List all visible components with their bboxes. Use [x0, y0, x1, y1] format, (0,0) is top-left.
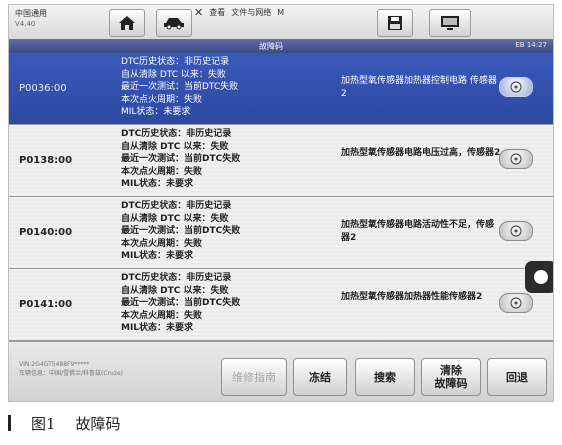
app-title: 中国通用 [15, 9, 47, 18]
help-icon [510, 297, 522, 309]
dtc-help-button[interactable] [499, 77, 533, 97]
save-button[interactable] [377, 9, 413, 37]
dtc-description: 加热型氧传感器电路电压过高，传感器2 [341, 148, 501, 158]
dtc-row[interactable]: P0141:00 DTC历史状态：非历史记录 自从清除 DTC 以来：失败 最近… [9, 269, 553, 341]
circle-icon [534, 270, 548, 284]
vin-text: VIN:2G4GT5488F9***** [19, 361, 90, 368]
dtc-list: P0036:00 DTC历史状态：非历史记录 自从清除 DTC 以来：失败 最近… [9, 53, 553, 341]
toolbar-item-view[interactable]: 查看 [209, 7, 225, 18]
figure-caption: 图1 故障码 [8, 412, 121, 434]
toolbar-item-file-network[interactable]: 文件与网络 [231, 7, 271, 18]
top-toolbar: 中国通用 V4.40 ✕ 查看 文件与网络 M [9, 5, 553, 40]
status-line: 最近一次测试：当前DTC失败 [121, 82, 239, 92]
status-line: DTC历史状态：非历史记录 [121, 57, 230, 67]
status-line: 本次点火周期：失败 [121, 94, 203, 105]
status-line: 最近一次测试：当前DTC失败 [121, 154, 241, 164]
diagnostic-screen: 中国通用 V4.40 ✕ 查看 文件与网络 M 故障码 EB 14:27 P00… [8, 4, 554, 402]
vehicle-info: VIN:2G4GT5488F9***** 车辆信息：中国/雪佛兰/科鲁兹(Cru… [19, 360, 123, 378]
dtc-code: P0036:00 [19, 83, 67, 94]
dtc-description: 加热型氧传感器加热器性能传感器2 [341, 292, 483, 302]
dtc-status: DTC历史状态：非历史记录 自从清除 DTC 以来：失败 最近一次测试：当前DT… [121, 200, 240, 263]
dtc-help-button[interactable] [499, 293, 533, 313]
help-icon [510, 225, 522, 237]
home-button[interactable] [109, 9, 145, 37]
dtc-help-button[interactable] [499, 149, 533, 169]
bottom-bar: VIN:2G4GT5488F9***** 车辆信息：中国/雪佛兰/科鲁兹(Cru… [9, 341, 553, 401]
status-line: MIL状态：未要求 [121, 179, 194, 189]
dtc-row[interactable]: P0140:00 DTC历史状态：非历史记录 自从清除 DTC 以来：失败 最近… [9, 197, 553, 269]
report-button[interactable] [429, 9, 471, 37]
close-icon[interactable]: ✕ [194, 6, 203, 19]
floating-toolbar: ✕ 查看 文件与网络 M [194, 5, 404, 19]
status-line: MIL状态：未要求 [121, 323, 194, 333]
dtc-code: P0140:00 [19, 227, 73, 238]
status-line: DTC历史状态：非历史记录 [121, 201, 232, 211]
dtc-status: DTC历史状态：非历史记录 自从清除 DTC 以来：失败 最近一次测试：当前DT… [121, 128, 240, 191]
back-button[interactable]: 回退 [487, 358, 547, 396]
status-line: 本次点火周期：失败 [121, 238, 203, 249]
status-indicator: EB 14:27 [515, 41, 547, 49]
help-icon [510, 153, 522, 165]
dtc-status: DTC历史状态：非历史记录 自从清除 DTC 以来：失败 最近一次测试：当前DT… [121, 272, 240, 335]
page-title: 故障码 [259, 42, 283, 51]
dtc-status: DTC历史状态：非历史记录 自从清除 DTC 以来：失败 最近一次测试：当前DT… [121, 56, 238, 119]
status-line: 最近一次测试：当前DTC失败 [121, 226, 241, 236]
clear-dtc-button[interactable]: 清除 故障码 [421, 358, 481, 396]
title-bar: 故障码 EB 14:27 [9, 39, 553, 53]
monitor-icon [441, 16, 459, 30]
freeze-button[interactable]: 冻结 [293, 358, 347, 396]
status-line: 自从清除 DTC 以来：失败 [121, 69, 226, 80]
repair-guide-button[interactable]: 维修指南 [221, 358, 287, 396]
help-icon [510, 81, 522, 93]
dtc-code: P0141:00 [19, 299, 73, 310]
status-line: 最近一次测试：当前DTC失败 [121, 298, 241, 308]
dtc-row[interactable]: P0036:00 DTC历史状态：非历史记录 自从清除 DTC 以来：失败 最近… [9, 53, 553, 125]
car-icon [164, 18, 184, 30]
status-line: MIL状态：未要求 [121, 107, 191, 117]
caption-label: 图1 [31, 414, 56, 433]
status-line: 本次点火周期：失败 [121, 166, 203, 177]
dtc-description: 加热型氧传感器电路活动性不足，传感器2 [341, 220, 495, 243]
dtc-description: 加热型氧传感器加热器控制电路 传感器2 [341, 76, 497, 99]
home-icon [119, 16, 135, 30]
app-version: V4.40 [15, 20, 36, 28]
caption-bar [8, 415, 11, 431]
dtc-code: P0138:00 [19, 155, 73, 166]
status-line: 本次点火周期：失败 [121, 310, 203, 321]
status-line: DTC历史状态：非历史记录 [121, 129, 232, 139]
status-line: 自从清除 DTC 以来：失败 [121, 213, 229, 224]
status-line: 自从清除 DTC 以来：失败 [121, 141, 229, 152]
dtc-help-button[interactable] [499, 221, 533, 241]
status-line: MIL状态：未要求 [121, 251, 194, 261]
save-icon [388, 16, 402, 30]
toolbar-item-m[interactable]: M [277, 8, 284, 17]
caption-text: 故障码 [75, 414, 121, 433]
assistive-touch-button[interactable] [525, 261, 553, 293]
status-line: 自从清除 DTC 以来：失败 [121, 285, 229, 296]
dtc-row[interactable]: P0138:00 DTC历史状态：非历史记录 自从清除 DTC 以来：失败 最近… [9, 125, 553, 197]
car-switch-button[interactable] [156, 9, 192, 37]
search-button[interactable]: 搜索 [355, 358, 415, 396]
vehicle-text: 车辆信息：中国/雪佛兰/科鲁兹(Cruze) [19, 370, 124, 377]
app-name: 中国通用 V4.40 [15, 8, 47, 30]
status-line: DTC历史状态：非历史记录 [121, 273, 232, 283]
